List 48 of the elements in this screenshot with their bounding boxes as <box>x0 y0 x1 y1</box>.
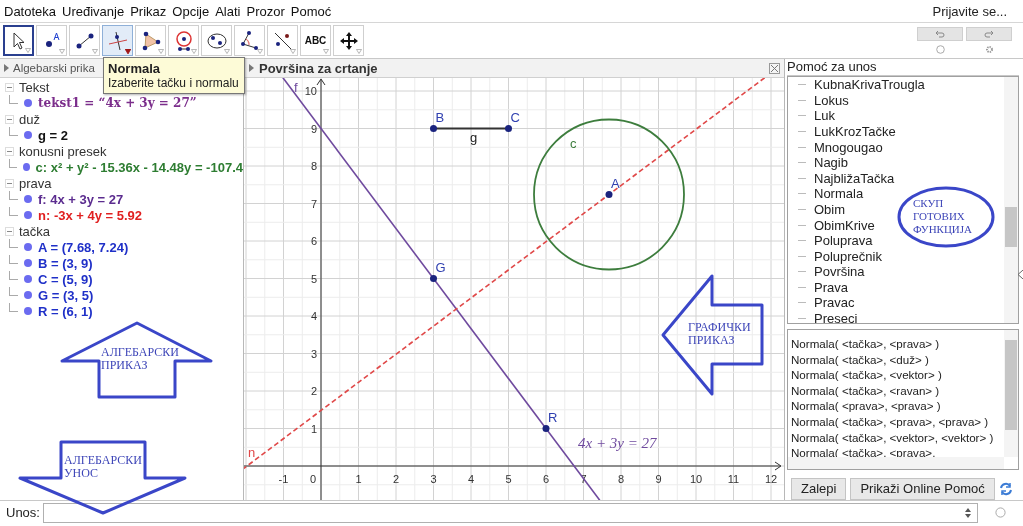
group-label: Tekst <box>19 79 50 95</box>
tick-label: 3 <box>310 347 317 360</box>
panel-title: Površina za crtanje <box>259 60 378 76</box>
segment-label: g <box>470 130 478 145</box>
tick-label: 2 <box>392 473 400 485</box>
line-label: n <box>248 445 256 460</box>
tick-label: 9 <box>310 122 317 135</box>
tick-label: 1 <box>355 473 362 485</box>
panel-title: Algebarski prika <box>13 62 95 74</box>
tooltip-title: Normala <box>108 61 162 76</box>
point-label: A <box>611 175 620 191</box>
tick-label: 9 <box>655 473 662 485</box>
tick-label: -1 <box>278 473 289 485</box>
group-label: duž <box>19 111 40 127</box>
tick-label: 1 <box>310 422 317 435</box>
tick-label: 3 <box>430 473 437 485</box>
tick-label: 6 <box>542 473 550 485</box>
equation-label: 4x + 3y = 27 <box>578 435 657 451</box>
annotation-label: СКУП ГОТОВИХ ФУНКЦИЈА <box>913 197 973 236</box>
annotation-label: АЛГЕБАРСКИ УНОС <box>64 454 142 480</box>
point-label: B <box>435 109 445 125</box>
tick-label: 4 <box>467 473 475 485</box>
point-label: C <box>510 109 520 125</box>
point-label: R <box>548 409 558 425</box>
tick-label: 0 <box>309 473 317 485</box>
line-label: f <box>294 80 298 95</box>
tick-label: 10 <box>689 473 703 485</box>
tick-label: 11 <box>727 473 740 485</box>
tick-label: 8 <box>310 160 317 172</box>
panel-title: Pomoć za unos <box>787 59 877 75</box>
tick-label: 10 <box>304 85 317 97</box>
annotation-label: ГРАФИЧКИ ПРИКАЗ <box>688 321 751 347</box>
point-label: G <box>435 259 446 275</box>
tick-label: 7 <box>310 197 317 210</box>
group-label: konusni presek <box>19 143 107 159</box>
group-label: prava <box>19 175 52 191</box>
circle-label: c <box>570 136 577 151</box>
tick-label: 5 <box>505 473 512 485</box>
tick-label: 6 <box>310 235 317 247</box>
tick-label: 5 <box>310 272 317 285</box>
tick-label: 4 <box>310 310 317 322</box>
group-label: tačka <box>19 223 51 239</box>
input-label: Unos: <box>6 505 40 520</box>
tick-label: 8 <box>617 473 625 485</box>
tick-label: 12 <box>764 473 778 485</box>
tooltip-text: Izaberite tačku i normalu <box>108 76 239 90</box>
tick-label: 2 <box>310 385 317 397</box>
annotation-label: АЛГЕБАРСКИ ПРИКАЗ <box>101 346 179 372</box>
